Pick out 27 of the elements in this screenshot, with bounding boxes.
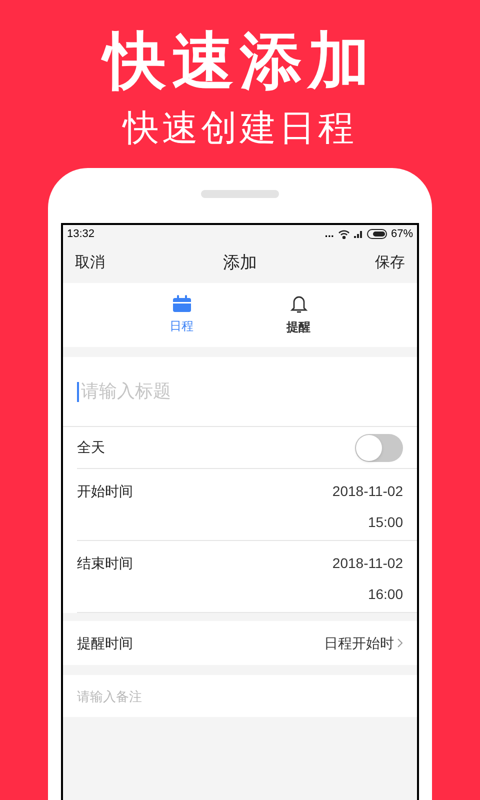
notes-input-field[interactable]: 请输入备注 xyxy=(63,675,417,717)
tab[interactable]: 提醒 xyxy=(286,294,310,336)
date-value[interactable]: 2018-11-02 xyxy=(332,553,403,574)
time-label: 开始时间 xyxy=(77,482,133,501)
title-input-field[interactable]: 请输入标题 xyxy=(63,357,417,427)
date-value[interactable]: 2018-11-02 xyxy=(332,481,403,502)
time-value[interactable]: 16:00 xyxy=(368,584,403,605)
tab[interactable]: 日程 xyxy=(170,295,194,335)
time-label: 结束时间 xyxy=(77,554,133,573)
battery-icon xyxy=(366,229,387,239)
all-day-label: 全天 xyxy=(77,438,105,457)
cancel-button[interactable]: 取消 xyxy=(75,252,105,274)
bell-icon xyxy=(288,294,308,314)
status-dots: ... xyxy=(324,226,334,242)
status-time: 13:32 xyxy=(67,226,95,242)
reminder-label: 提醒时间 xyxy=(77,634,133,652)
calendar-icon xyxy=(172,295,192,313)
battery-percent: 67% xyxy=(390,226,413,242)
page-title: 添加 xyxy=(223,252,257,274)
time-value[interactable]: 15:00 xyxy=(368,512,403,533)
reminder-value[interactable]: 日程开始时 xyxy=(324,632,403,654)
subheadline: 快速创建日程 xyxy=(123,106,357,150)
all-day-toggle[interactable] xyxy=(355,434,403,462)
signal-icon xyxy=(354,230,363,238)
save-button[interactable]: 保存 xyxy=(375,252,405,274)
chevron-right-icon xyxy=(397,638,403,648)
wifi-icon xyxy=(338,230,350,238)
